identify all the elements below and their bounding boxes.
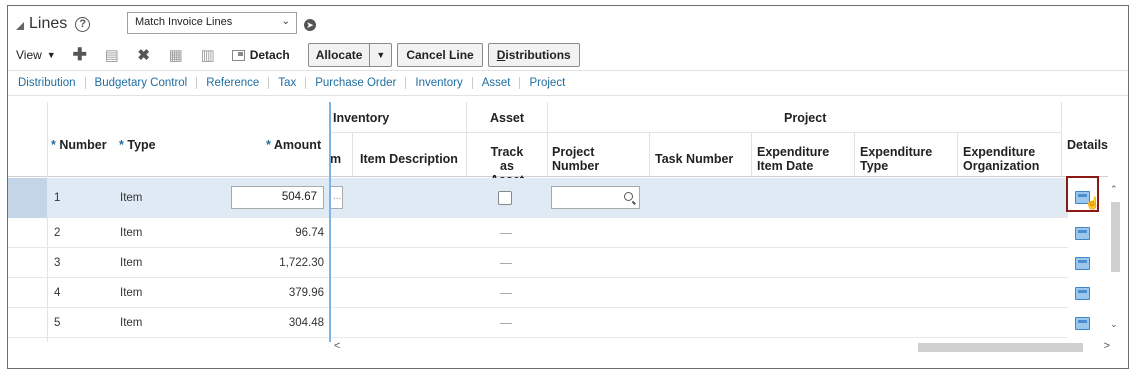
group-header-asset: Asset (490, 111, 525, 125)
frozen-column-divider[interactable] (329, 102, 331, 342)
col-header-amount[interactable]: * Amount (266, 138, 321, 152)
lines-table: Inventory Asset Project * Number * Type … (8, 102, 1128, 360)
tab-asset[interactable]: Asset (471, 77, 520, 89)
detach-button[interactable]: Detach (231, 48, 290, 62)
scroll-down-icon[interactable]: ⌄ (1110, 319, 1118, 330)
vertical-scroll-thumb[interactable] (1111, 202, 1120, 272)
tab-project[interactable]: Project (519, 77, 574, 89)
amount-input[interactable]: 504.67 (231, 186, 324, 209)
vertical-scrollbar[interactable]: ⌃ ⌄ (1109, 182, 1121, 332)
cancel-line-button[interactable]: Cancel Line (397, 43, 483, 67)
details-icon[interactable] (1075, 257, 1090, 270)
cell-amount: 96.74 (295, 227, 324, 239)
track-as-asset-dash (500, 233, 512, 234)
detach-label: Detach (249, 48, 290, 62)
cell-amount: 379.96 (288, 287, 324, 299)
cell-amount: 304.48 (288, 317, 324, 329)
cell-amount: 1,722.30 (279, 257, 324, 269)
lines-panel: Lines ? Match Invoice Lines ⌄ ➤ View ▼ ✚ … (7, 5, 1129, 369)
tab-budgetary-control[interactable]: Budgetary Control (84, 77, 197, 89)
tab-inventory[interactable]: Inventory (405, 77, 471, 89)
col-header-expenditure-type[interactable]: Expenditure Type (860, 145, 940, 173)
delete-icon[interactable]: ✖ (136, 46, 152, 64)
tab-tax[interactable]: Tax (268, 77, 305, 89)
scroll-right-icon[interactable]: > (1104, 340, 1110, 352)
cell-number: 4 (54, 287, 61, 299)
col-header-item-partial[interactable]: m (330, 152, 341, 166)
table-row[interactable]: 5 Item 304.48 (8, 308, 1090, 338)
table-row[interactable]: 3 Item 1,722.30 (8, 248, 1090, 278)
allocate-button[interactable]: Allocate ▼ (307, 43, 393, 67)
detail-tabs: Distribution Budgetary Control Reference… (8, 70, 1128, 96)
col-header-details: Details (1067, 138, 1108, 152)
tab-distribution[interactable]: Distribution (18, 77, 85, 89)
project-number-input[interactable] (551, 186, 640, 209)
wrap-icon[interactable]: ▥ (200, 46, 216, 64)
group-header-inventory: Inventory (333, 111, 390, 125)
distributions-button[interactable]: Distributions (487, 43, 580, 67)
item-input[interactable]: ... (331, 186, 343, 209)
tab-reference[interactable]: Reference (196, 77, 268, 89)
go-arrow-icon[interactable]: ➤ (304, 19, 316, 31)
track-as-asset-checkbox[interactable] (498, 191, 512, 205)
col-header-expenditure-item-date[interactable]: Expenditure Item Date (757, 145, 837, 173)
col-header-expenditure-organization[interactable]: Expenditure Organization (963, 145, 1053, 173)
cell-type: Item (120, 257, 143, 269)
edit-icon[interactable]: ▤ (104, 46, 120, 64)
cell-type: Item (120, 227, 143, 239)
freeze-icon[interactable]: ▦ (168, 46, 184, 64)
cell-type: Item (120, 287, 143, 299)
table-row[interactable]: 2 Item 96.74 (8, 218, 1090, 248)
details-icon[interactable] (1075, 287, 1090, 300)
tab-purchase-order[interactable]: Purchase Order (305, 77, 405, 89)
collapse-triangle-icon[interactable] (16, 21, 24, 30)
details-icon[interactable] (1075, 227, 1090, 240)
table-row[interactable]: 1 Item 504.67 ... (8, 178, 1090, 218)
col-header-project-number[interactable]: Project Number (552, 145, 612, 173)
track-as-asset-dash (500, 293, 512, 294)
col-header-type[interactable]: * Type (119, 138, 156, 152)
caret-down-icon: ▼ (46, 50, 56, 60)
track-as-asset-dash (500, 323, 512, 324)
scroll-left-icon[interactable]: < (334, 340, 340, 352)
track-as-asset-dash (500, 263, 512, 264)
col-header-task-number[interactable]: Task Number (655, 152, 733, 166)
add-icon[interactable]: ✚ (72, 45, 88, 65)
chevron-down-icon: ⌄ (281, 16, 290, 27)
cell-type: Item (120, 317, 143, 329)
scroll-up-icon[interactable]: ⌃ (1110, 184, 1118, 195)
cell-number: 3 (54, 257, 61, 269)
horizontal-scroll-thumb[interactable] (918, 343, 1083, 352)
cell-number: 5 (54, 317, 61, 329)
cell-number: 2 (54, 227, 61, 239)
col-header-item-description[interactable]: Item Description (360, 152, 458, 166)
cell-number: 1 (54, 192, 61, 204)
action-select-value: Match Invoice Lines (135, 16, 233, 28)
search-icon[interactable] (624, 192, 633, 201)
cell-type: Item (120, 192, 143, 204)
lines-header: Lines ? (16, 12, 91, 36)
row-selector[interactable] (8, 178, 47, 218)
details-icon[interactable] (1075, 317, 1090, 330)
detach-icon (231, 49, 245, 61)
toolbar: View ▼ ✚ ▤ ✖ ▦ ▥ Detach Allocate ▼ Cancel … (16, 42, 585, 68)
view-menu-label: View (16, 48, 42, 62)
action-select[interactable]: Match Invoice Lines ⌄ (127, 12, 297, 34)
hand-cursor-icon: ☝ (1085, 196, 1100, 210)
allocate-dropdown-icon[interactable]: ▼ (370, 44, 391, 66)
group-header-project: Project (784, 111, 827, 125)
allocate-label: Allocate (309, 44, 371, 66)
table-row[interactable]: 4 Item 379.96 (8, 278, 1090, 308)
section-title: Lines (29, 15, 68, 32)
help-icon[interactable]: ? (75, 16, 91, 32)
horizontal-scrollbar[interactable]: < > (330, 340, 1110, 354)
col-header-number[interactable]: * Number (51, 138, 107, 152)
view-menu[interactable]: View ▼ (16, 48, 56, 62)
